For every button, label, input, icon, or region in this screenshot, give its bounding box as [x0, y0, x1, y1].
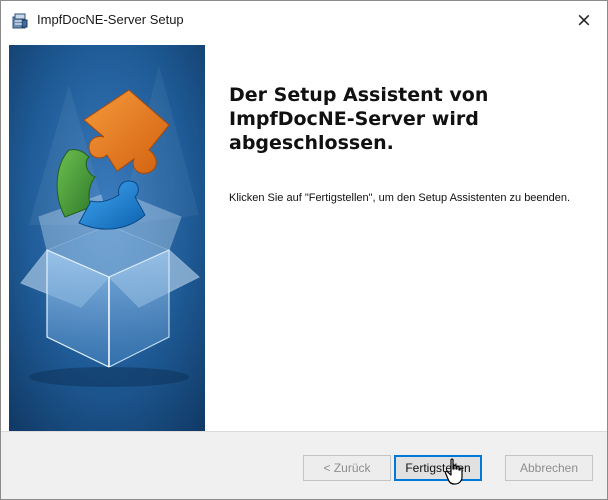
back-button[interactable]: < Zurück	[303, 455, 391, 481]
completion-headline: Der Setup Assistent von ImpfDocNE-Server…	[229, 84, 489, 154]
finish-button[interactable]: Fertigstellen	[394, 455, 482, 481]
hand-pointer-icon	[444, 458, 466, 486]
button-bar: < Zurück Fertigstellen Abbrechen	[1, 431, 607, 499]
wizard-side-panel	[9, 45, 205, 431]
wizard-content: Der Setup Assistent von ImpfDocNE-Server…	[205, 45, 607, 431]
completion-instructions: Klicken Sie auf "Fertigstellen", um den …	[229, 192, 571, 204]
window-title: ImpfDocNE-Server Setup	[37, 12, 184, 27]
close-button[interactable]: ×	[561, 1, 607, 39]
title-bar: ImpfDocNE-Server Setup ×	[1, 1, 607, 39]
puzzle-box-illustration	[9, 45, 205, 431]
setup-window: ImpfDocNE-Server Setup × Der Setup Assis…	[0, 0, 608, 500]
close-icon: ×	[576, 9, 592, 31]
installer-icon	[11, 12, 29, 30]
cancel-button[interactable]: Abbrechen	[505, 455, 593, 481]
